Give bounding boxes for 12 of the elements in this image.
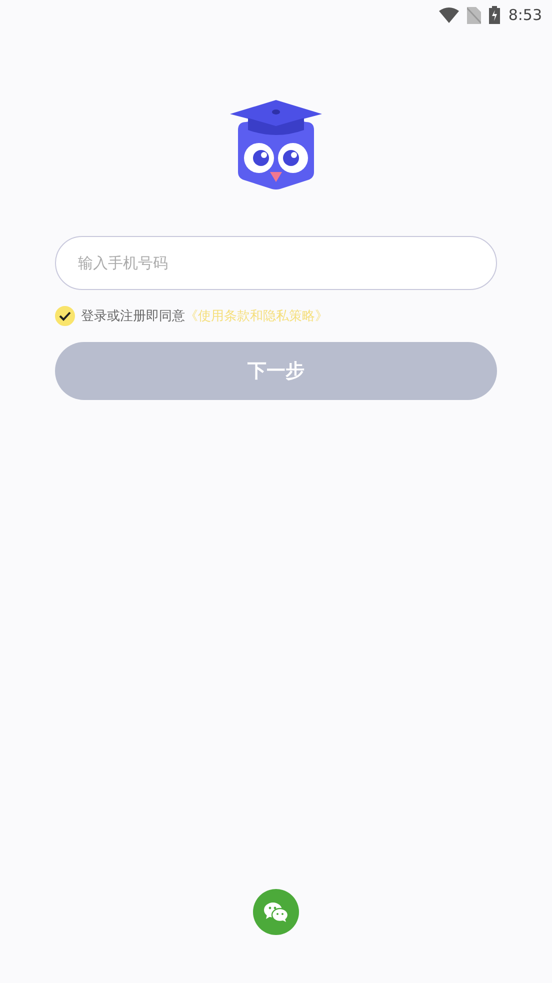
wechat-login-button[interactable] [253,889,299,935]
chat-bubbles-icon [263,901,289,923]
agreement-text: 登录或注册即同意 [81,308,185,325]
agree-checkbox[interactable] [55,306,75,326]
terms-link[interactable]: 《使用条款和隐私策略》 [185,307,328,325]
phone-input-field[interactable]: 输入手机号码 [55,236,497,290]
clock-time: 8:53 [508,6,542,24]
check-icon [59,311,71,321]
owl-logo-icon [230,100,322,190]
wifi-icon [439,7,460,23]
no-sim-icon [467,6,482,24]
battery-charging-icon [489,6,500,24]
